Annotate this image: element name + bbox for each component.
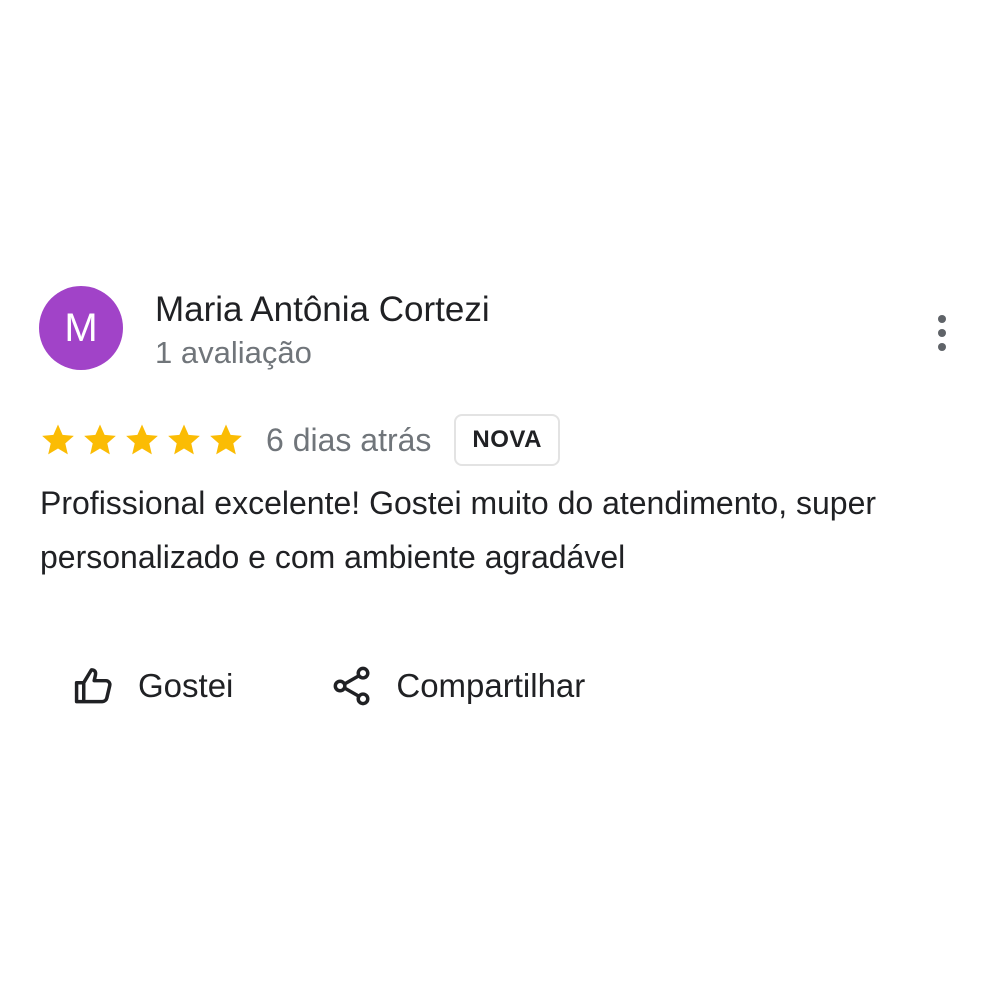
avatar[interactable]: M: [39, 286, 123, 370]
author-review-count: 1 avaliação: [155, 335, 312, 370]
star-icon: [42, 424, 74, 455]
like-button[interactable]: Gostei: [72, 658, 233, 714]
thumb-up-icon: [74, 668, 112, 704]
star-icon: [126, 424, 158, 455]
rating-row: 6 dias atrás NOVA: [39, 412, 560, 468]
author-name[interactable]: Maria Antônia Cortezi: [155, 290, 490, 330]
more-options-button[interactable]: [920, 308, 964, 358]
avatar-initial: M: [64, 305, 98, 350]
share-button[interactable]: Compartilhar: [330, 658, 585, 714]
like-label: Gostei: [138, 667, 234, 704]
star-icon: [210, 424, 242, 455]
review-actions: Gostei Compartilhar: [72, 658, 585, 714]
share-icon: [333, 666, 370, 706]
new-badge: NOVA: [454, 414, 560, 466]
share-label: Compartilhar: [396, 667, 586, 704]
review-text: Profissional excelente! Gostei muito do …: [40, 485, 877, 575]
star-rating: [39, 421, 245, 459]
star-icon: [168, 424, 200, 455]
review-card: M Maria Antônia Cortezi 1 avaliação 6 di…: [0, 0, 1000, 1000]
more-vert-icon: [938, 315, 946, 351]
review-date: 6 dias atrás: [266, 421, 432, 458]
star-icon: [84, 424, 116, 455]
